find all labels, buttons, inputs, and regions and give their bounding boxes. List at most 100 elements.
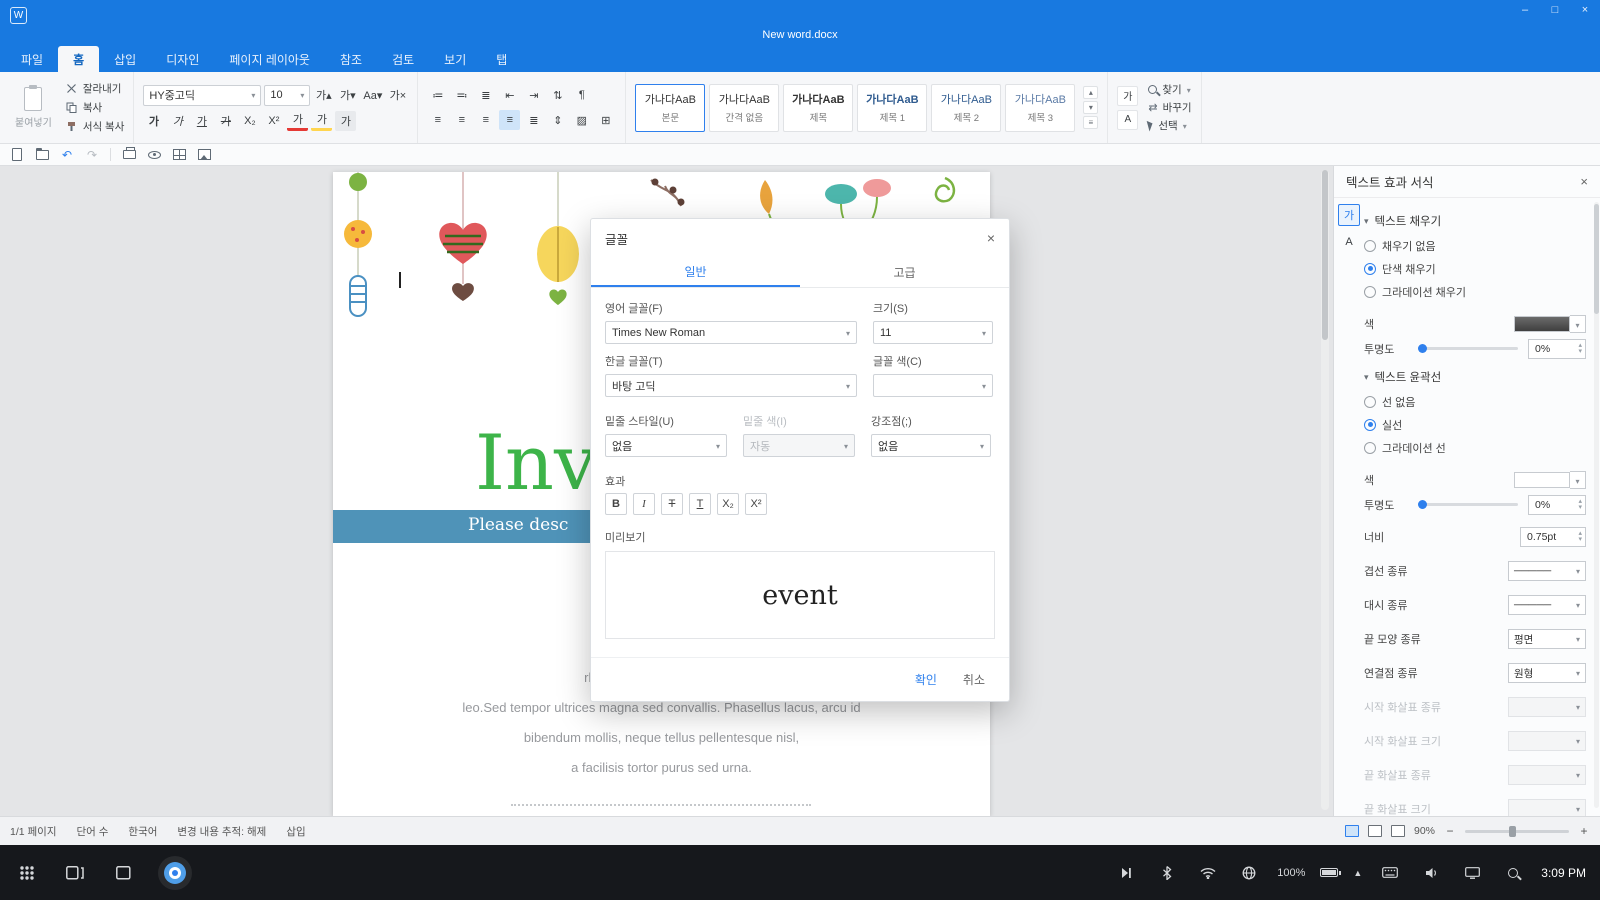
keyboard-icon[interactable] <box>1377 860 1403 886</box>
borders-button[interactable]: ⊞ <box>595 110 616 130</box>
dialog-tab-general[interactable]: 일반 <box>591 257 800 287</box>
browser-icon[interactable] <box>158 856 192 890</box>
grow-font-button[interactable]: 가▴ <box>313 85 334 105</box>
close-button[interactable]: × <box>1578 4 1592 16</box>
outline-view-icon[interactable] <box>1391 825 1405 837</box>
styles-more-button[interactable] <box>1083 116 1098 129</box>
font-color-button[interactable]: 가 <box>287 111 308 131</box>
ok-button[interactable]: 확인 <box>915 671 937 688</box>
character-style-icon[interactable] <box>1117 110 1138 130</box>
outline-transparency-value[interactable]: 0% <box>1528 495 1586 515</box>
font-family-select[interactable]: HY중고딕 <box>143 85 261 106</box>
redo-icon[interactable] <box>85 148 99 162</box>
maximize-button[interactable]: □ <box>1548 4 1562 16</box>
undo-icon[interactable] <box>60 148 74 162</box>
zoom-level[interactable]: 90% <box>1414 825 1435 837</box>
task-view-icon[interactable] <box>62 860 88 886</box>
clock[interactable]: 3:09 PM <box>1541 866 1586 880</box>
radio-icon[interactable] <box>1364 396 1376 408</box>
italic-button[interactable]: 가 <box>167 111 188 131</box>
justify-button[interactable]: ≡ <box>499 110 520 130</box>
font-size-dialog-select[interactable]: 11 <box>873 321 993 344</box>
display-icon[interactable] <box>1459 860 1485 886</box>
slider-handle[interactable] <box>1418 344 1427 353</box>
sort-button[interactable]: ⇅ <box>547 85 568 105</box>
tab-references[interactable]: 참조 <box>325 46 377 72</box>
find-button[interactable]: 찾기 <box>1148 82 1191 97</box>
zoom-out-button[interactable]: − <box>1444 824 1456 838</box>
effect-underline-toggle[interactable]: T <box>689 493 711 515</box>
align-left-button[interactable]: ≡ <box>427 110 448 130</box>
network-globe-icon[interactable] <box>1236 860 1262 886</box>
emphasis-mark-select[interactable]: 없음 <box>871 434 991 457</box>
text-fill-section-header[interactable]: 텍스트 채우기 <box>1364 208 1586 234</box>
media-next-icon[interactable] <box>1113 860 1139 886</box>
format-painter-button[interactable]: 서식 복사 <box>66 119 125 134</box>
table-icon[interactable] <box>172 148 186 162</box>
clear-formatting-button[interactable]: 가× <box>387 85 408 105</box>
font-size-select[interactable]: 10 <box>264 85 310 106</box>
effect-subscript-toggle[interactable]: X₂ <box>717 493 739 515</box>
style-item-heading1[interactable]: 가나다AaB 제목 1 <box>857 84 927 132</box>
subscript-button[interactable]: X₂ <box>239 111 260 131</box>
panel-close-button[interactable]: × <box>1580 174 1588 189</box>
strikethrough-button[interactable]: 가 <box>215 111 236 131</box>
launcher-icon[interactable] <box>14 860 40 886</box>
text-fill-tab-icon[interactable]: 가 <box>1338 204 1360 226</box>
effect-bold-toggle[interactable]: B <box>605 493 627 515</box>
dash-type-select[interactable]: ───── <box>1508 595 1586 615</box>
open-folder-icon[interactable] <box>35 148 49 162</box>
cancel-button[interactable]: 취소 <box>963 671 985 688</box>
fill-color-picker[interactable] <box>1514 315 1586 333</box>
volume-icon[interactable] <box>1418 860 1444 886</box>
fill-option-none[interactable]: 채우기 없음 <box>1364 234 1586 257</box>
tab-review[interactable]: 검토 <box>377 46 429 72</box>
character-shading-button[interactable]: 가 <box>335 111 356 131</box>
change-case-button[interactable]: Aa▾ <box>361 85 384 105</box>
latin-font-select[interactable]: Times New Roman <box>605 321 857 344</box>
outline-option-solid[interactable]: 실선 <box>1364 413 1586 436</box>
dialog-close-button[interactable]: × <box>987 230 995 246</box>
outline-color-picker[interactable] <box>1514 471 1586 489</box>
tab-home[interactable]: 홈 <box>58 46 99 72</box>
fill-transparency-slider[interactable] <box>1418 347 1518 350</box>
radio-icon[interactable] <box>1364 263 1376 275</box>
document-scrollbar[interactable] <box>1321 170 1329 810</box>
radio-icon[interactable] <box>1364 442 1376 454</box>
compound-type-select[interactable]: ───── <box>1508 561 1586 581</box>
insert-mode[interactable]: 삽입 <box>286 824 305 839</box>
effect-strikethrough-toggle[interactable]: T <box>661 493 683 515</box>
battery-percent[interactable]: 100% <box>1277 867 1305 879</box>
width-stepper[interactable]: 0.75pt <box>1520 527 1586 547</box>
wifi-icon[interactable] <box>1195 860 1221 886</box>
picture-icon[interactable] <box>197 148 211 162</box>
join-type-select[interactable]: 원형 <box>1508 663 1586 683</box>
outline-transparency-slider[interactable] <box>1418 503 1518 506</box>
shading-button[interactable]: ▨ <box>571 110 592 130</box>
zoom-in-button[interactable]: + <box>1578 824 1590 838</box>
bluetooth-icon[interactable] <box>1154 860 1180 886</box>
korean-font-select[interactable]: 바탕 고딕 <box>605 374 857 397</box>
align-right-button[interactable]: ≡ <box>475 110 496 130</box>
dialog-tab-advanced[interactable]: 고급 <box>800 257 1009 287</box>
scrollbar-thumb[interactable] <box>1594 204 1599 314</box>
underline-button[interactable]: 가 <box>191 111 212 131</box>
web-layout-view-icon[interactable] <box>1368 825 1382 837</box>
scrollbar-thumb[interactable] <box>1322 170 1328 340</box>
decrease-indent-button[interactable]: ⇤ <box>499 85 520 105</box>
bold-button[interactable]: 가 <box>143 111 164 131</box>
new-document-icon[interactable] <box>10 148 24 162</box>
tray-expand-icon[interactable]: ▲ <box>1353 868 1362 878</box>
zoom-slider[interactable] <box>1465 830 1569 833</box>
language[interactable]: 한국어 <box>128 824 157 839</box>
line-spacing-button[interactable]: ⇕ <box>547 110 568 130</box>
numbering-button[interactable]: ≕ <box>451 85 472 105</box>
text-effects-icon[interactable] <box>1117 86 1138 106</box>
show-marks-button[interactable]: ¶ <box>571 85 592 105</box>
stepper-arrows-icon[interactable] <box>1578 531 1582 543</box>
page-count[interactable]: 1/1 페이지 <box>10 824 57 839</box>
highlight-color-button[interactable]: 가 <box>311 111 332 131</box>
font-color-select[interactable] <box>873 374 993 397</box>
tab-insert[interactable]: 삽입 <box>99 46 151 72</box>
multilevel-list-button[interactable]: ≣ <box>475 85 496 105</box>
